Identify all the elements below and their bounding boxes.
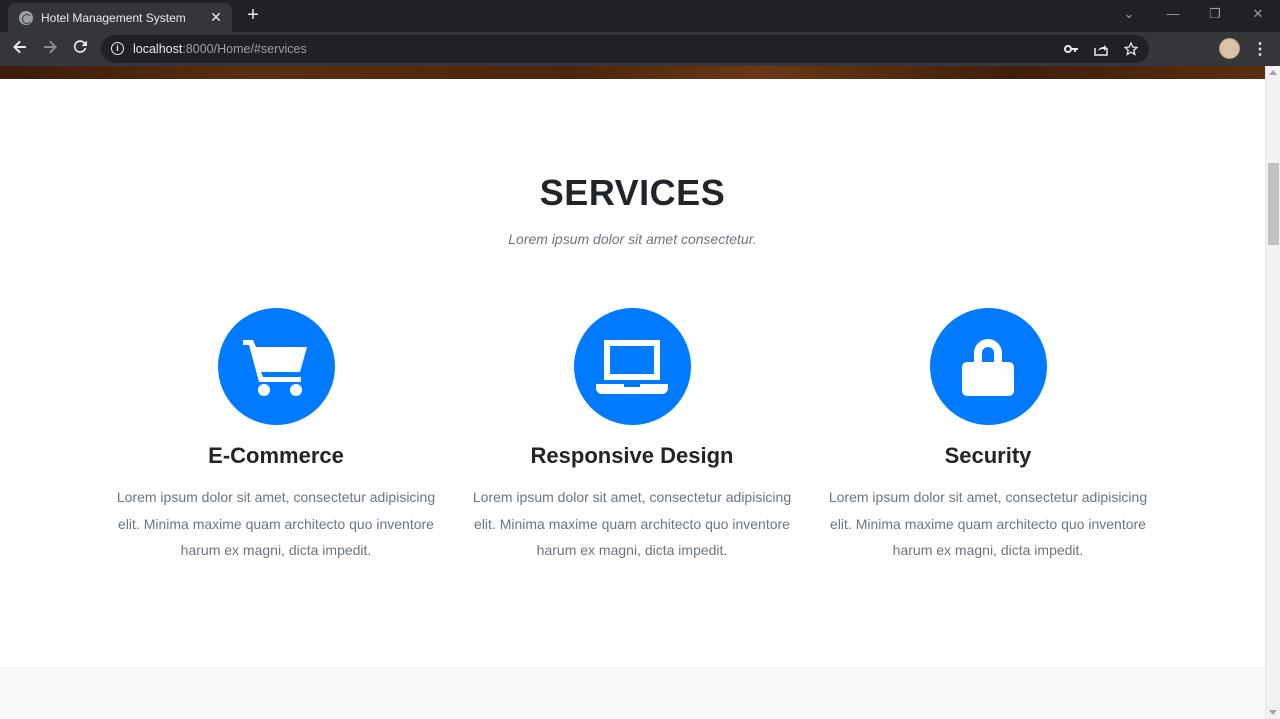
forward-arrow-icon[interactable] — [40, 39, 60, 59]
service-card-responsive-design: Responsive Design Lorem ipsum dolor sit … — [467, 308, 797, 564]
address-bar[interactable]: i localhost:8000/Home/#services — [101, 35, 1149, 63]
url-text[interactable]: localhost:8000/Home/#services — [133, 42, 307, 56]
service-card-ecommerce: E-Commerce Lorem ipsum dolor sit amet, c… — [111, 308, 441, 564]
profile-avatar[interactable] — [1219, 38, 1240, 59]
service-heading: Security — [944, 443, 1032, 468]
globe-icon — [19, 10, 33, 25]
minimize-button[interactable]: — — [1163, 6, 1183, 21]
tab-close-button[interactable]: ✕ — [206, 9, 226, 26]
bookmark-star-icon[interactable] — [1123, 41, 1139, 59]
services-title: SERVICES — [539, 172, 726, 213]
browser-toolbar: i localhost:8000/Home/#services — [0, 32, 1280, 86]
browser-tab[interactable]: Hotel Management System ✕ — [8, 3, 232, 32]
back-arrow-icon[interactable] — [10, 39, 30, 59]
next-section-band — [0, 666, 1265, 719]
lock-icon — [929, 308, 1047, 425]
page-viewport: SERVICES Lorem ipsum dolor sit amet cons… — [0, 66, 1265, 719]
scrollbar-thumb[interactable] — [1268, 163, 1279, 245]
tab-search-icon[interactable]: ⌄ — [1119, 6, 1139, 22]
hero-image-bottom — [0, 66, 1265, 79]
kebab-menu-icon[interactable]: ⋮ — [1252, 39, 1268, 59]
key-icon[interactable] — [1063, 42, 1079, 59]
service-heading: Responsive Design — [530, 443, 734, 468]
scroll-down-arrow-icon[interactable] — [1269, 710, 1277, 715]
tab-title: Hotel Management System — [41, 10, 186, 25]
shopping-cart-icon — [217, 308, 335, 425]
browser-tab-strip: Hotel Management System ✕ + ⌄ — ❐ ✕ — [0, 0, 1280, 32]
reload-icon[interactable] — [70, 39, 90, 59]
info-icon[interactable]: i — [111, 42, 124, 55]
service-description: Lorem ipsum dolor sit amet, consectetur … — [828, 489, 1148, 558]
page-scrollbar[interactable] — [1265, 66, 1280, 719]
services-subtitle: Lorem ipsum dolor sit amet consectetur. — [508, 231, 757, 247]
share-icon[interactable] — [1093, 42, 1109, 59]
new-tab-button[interactable]: + — [243, 5, 263, 25]
service-heading: E-Commerce — [208, 443, 344, 468]
window-close-button[interactable]: ✕ — [1248, 6, 1268, 22]
service-description: Lorem ipsum dolor sit amet, consectetur … — [472, 489, 792, 558]
service-card-security: Security Lorem ipsum dolor sit amet, con… — [823, 308, 1153, 564]
laptop-icon — [573, 308, 691, 425]
scroll-up-arrow-icon[interactable] — [1269, 70, 1277, 75]
service-description: Lorem ipsum dolor sit amet, consectetur … — [116, 489, 436, 558]
restore-button[interactable]: ❐ — [1205, 6, 1225, 22]
